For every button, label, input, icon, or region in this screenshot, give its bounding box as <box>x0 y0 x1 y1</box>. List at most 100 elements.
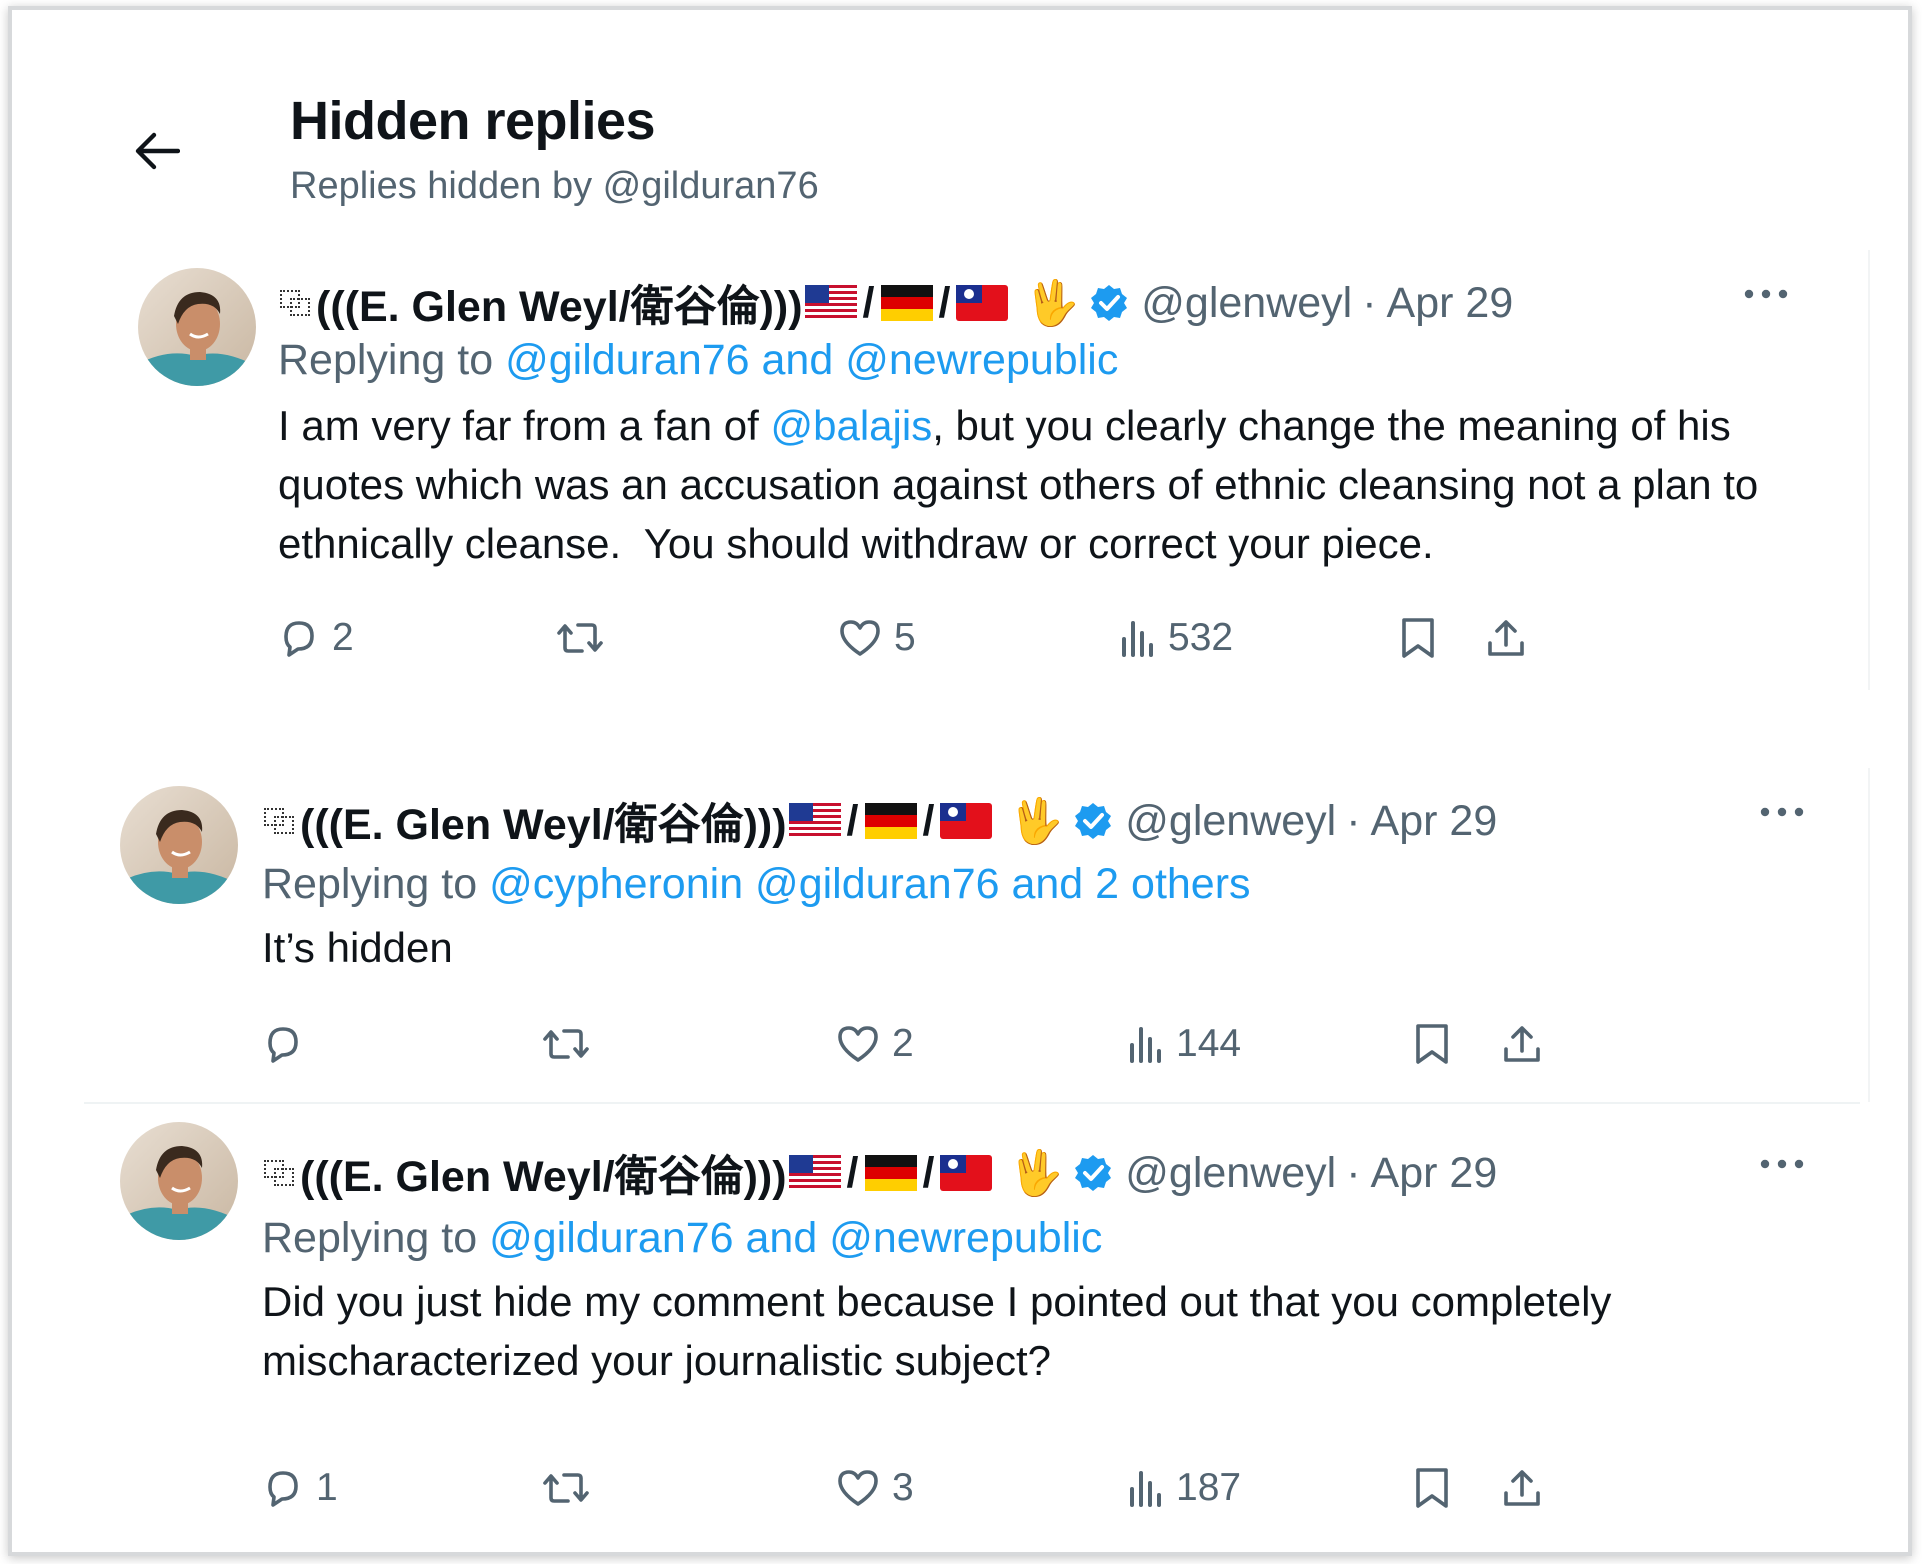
heart-icon <box>838 1026 878 1062</box>
more-horizontal-icon <box>1744 289 1788 299</box>
author-name[interactable]: (((E. Glen Weyl/衛谷倫))) <box>262 790 787 852</box>
replying-to: Replying to @gilduran76 and @newrepublic <box>278 336 1118 385</box>
tweet-date[interactable]: Apr 29 <box>1371 1149 1498 1198</box>
views-count: 144 <box>1176 1022 1242 1065</box>
views-icon <box>1122 621 1153 657</box>
thread-border <box>1868 768 1870 1102</box>
bookmark-button[interactable] <box>1400 608 1436 668</box>
page-title: Hidden replies <box>290 91 656 151</box>
retweet-button[interactable] <box>556 608 616 668</box>
more-button[interactable] <box>1752 792 1812 832</box>
reply-button[interactable] <box>262 1014 316 1074</box>
reply-icon <box>268 1471 298 1507</box>
views-count: 532 <box>1168 616 1234 659</box>
share-icon <box>1504 1470 1540 1506</box>
germany-flag-icon <box>880 285 933 321</box>
replying-prefix: Replying to <box>262 860 478 908</box>
like-count: 2 <box>892 1022 914 1065</box>
author-name[interactable]: (((E. Glen Weyl/衛谷倫))) <box>278 272 803 334</box>
retweet-icon <box>543 1473 589 1503</box>
retweet-button[interactable] <box>542 1458 602 1518</box>
tweet[interactable]: (((E. Glen Weyl/衛谷倫))) / / 🖖 @glenweyl ·… <box>72 1104 1862 1544</box>
author-name[interactable]: (((E. Glen Weyl/衛谷倫))) <box>262 1142 787 1204</box>
placeholder-glyph-icon <box>262 804 298 838</box>
avatar[interactable] <box>120 786 238 904</box>
heart-icon <box>838 1470 878 1506</box>
retweet-button[interactable] <box>542 1014 602 1074</box>
share-icon <box>1504 1026 1540 1062</box>
arrow-left-icon <box>135 132 180 170</box>
vulcan-salute-emoji: 🖖 <box>1008 797 1064 846</box>
tweet-date[interactable]: Apr 29 <box>1371 797 1498 846</box>
taiwan-flag-icon <box>940 803 993 839</box>
tweet-text: It’s hidden <box>262 924 453 971</box>
views-icon <box>1130 1471 1161 1507</box>
placeholder-glyph-icon <box>262 1156 298 1190</box>
share-button[interactable] <box>1502 1458 1542 1518</box>
bookmark-button[interactable] <box>1414 1014 1450 1074</box>
vulcan-salute-emoji: 🖖 <box>1008 1149 1064 1198</box>
avatar[interactable] <box>138 268 256 386</box>
reply-button[interactable]: 1 <box>262 1458 338 1518</box>
avatar[interactable] <box>120 1122 238 1240</box>
heart-icon <box>840 620 880 656</box>
flag-separator: / <box>922 796 935 845</box>
verified-badge-icon[interactable] <box>1073 1153 1113 1193</box>
verified-badge-icon[interactable] <box>1073 801 1113 841</box>
replying-prefix: Replying to <box>262 1214 478 1262</box>
author-name-text: (((E. Glen Weyl/衛谷倫))) <box>316 283 803 331</box>
germany-flag-icon <box>864 803 917 839</box>
germany-flag-icon <box>864 1155 917 1191</box>
placeholder-glyph-icon <box>278 286 314 320</box>
more-button[interactable] <box>1736 274 1796 314</box>
us-flag-icon <box>788 1155 841 1191</box>
replying-to-links[interactable]: @cypheronin @gilduran76 and 2 others <box>489 860 1250 908</box>
share-icon <box>1488 620 1524 656</box>
like-count: 5 <box>894 616 916 659</box>
retweet-icon <box>557 623 603 653</box>
separator: · <box>1362 278 1377 327</box>
tweet[interactable]: (((E. Glen Weyl/衛谷倫))) / / 🖖 @glenweyl ·… <box>72 768 1870 1102</box>
bookmark-button[interactable] <box>1414 1458 1450 1518</box>
tweet-header: (((E. Glen Weyl/衛谷倫))) / / 🖖 @glenweyl ·… <box>262 790 1497 852</box>
like-button[interactable]: 3 <box>836 1458 914 1518</box>
views-button[interactable]: 187 <box>1128 1458 1241 1518</box>
share-button[interactable] <box>1486 608 1526 668</box>
taiwan-flag-icon <box>940 1155 993 1191</box>
hidden-replies-panel: Hidden replies Replies hidden by @gildur… <box>8 6 1912 1556</box>
like-button[interactable]: 2 <box>836 1014 914 1074</box>
author-handle[interactable]: @glenweyl <box>1125 797 1336 846</box>
tweet-text: I am very far from a fan of @balajis, bu… <box>278 396 1838 573</box>
flag-separator: / <box>846 1148 859 1197</box>
reply-button[interactable]: 2 <box>278 608 354 668</box>
taiwan-flag-icon <box>956 285 1009 321</box>
replying-to-links[interactable]: @gilduran76 and @newrepublic <box>489 1214 1102 1262</box>
tweet-header: (((E. Glen Weyl/衛谷倫))) / / 🖖 @glenweyl ·… <box>278 272 1513 334</box>
vulcan-salute-emoji: 🖖 <box>1024 279 1080 328</box>
tweet-date[interactable]: Apr 29 <box>1387 279 1514 328</box>
views-button[interactable]: 532 <box>1120 608 1233 668</box>
tweet[interactable]: (((E. Glen Weyl/衛谷倫))) / / 🖖 @glenweyl ·… <box>72 250 1870 690</box>
views-icon <box>1130 1027 1161 1063</box>
flag-separator: / <box>938 278 951 327</box>
share-button[interactable] <box>1502 1014 1542 1074</box>
back-button[interactable] <box>120 114 194 188</box>
thread-border <box>1868 250 1870 690</box>
flag-separator: / <box>846 796 859 845</box>
author-name-text: (((E. Glen Weyl/衛谷倫))) <box>300 1153 787 1201</box>
retweet-icon <box>543 1029 589 1059</box>
author-handle[interactable]: @glenweyl <box>1141 279 1352 328</box>
more-horizontal-icon <box>1760 1159 1804 1169</box>
us-flag-icon <box>804 285 857 321</box>
mention-link[interactable]: @balajis <box>771 402 933 449</box>
bookmark-icon <box>1416 1468 1448 1508</box>
like-button[interactable]: 5 <box>838 608 916 668</box>
more-button[interactable] <box>1752 1144 1812 1184</box>
replying-prefix: Replying to <box>278 336 494 384</box>
flag-separator: / <box>862 278 875 327</box>
verified-badge-icon[interactable] <box>1089 283 1129 323</box>
views-button[interactable]: 144 <box>1128 1014 1241 1074</box>
replying-to-links[interactable]: @gilduran76 and @newrepublic <box>505 336 1118 384</box>
author-handle[interactable]: @glenweyl <box>1125 1149 1336 1198</box>
separator: · <box>1346 1148 1361 1197</box>
